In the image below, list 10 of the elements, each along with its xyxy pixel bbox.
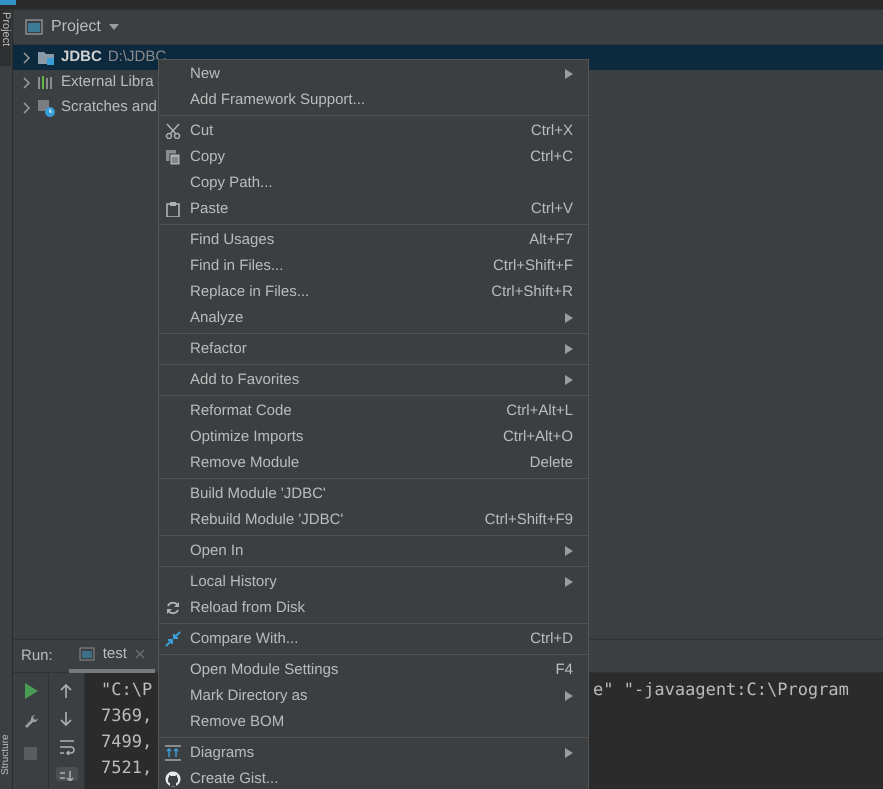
tree-label: External Libra	[61, 72, 154, 92]
console-line: 7369,	[101, 705, 154, 728]
console-line: "C:\P	[101, 679, 154, 702]
console-line: 7499,	[101, 731, 154, 754]
run-label: Run:	[21, 646, 53, 666]
tree-label: Scratches and	[61, 97, 157, 118]
tree-label: JDBC	[61, 47, 102, 68]
console-line: e" "-javaagent:C:\Program	[593, 679, 849, 702]
console-line: 7521,	[101, 757, 154, 780]
path-label: D:\JDBC	[108, 47, 166, 68]
